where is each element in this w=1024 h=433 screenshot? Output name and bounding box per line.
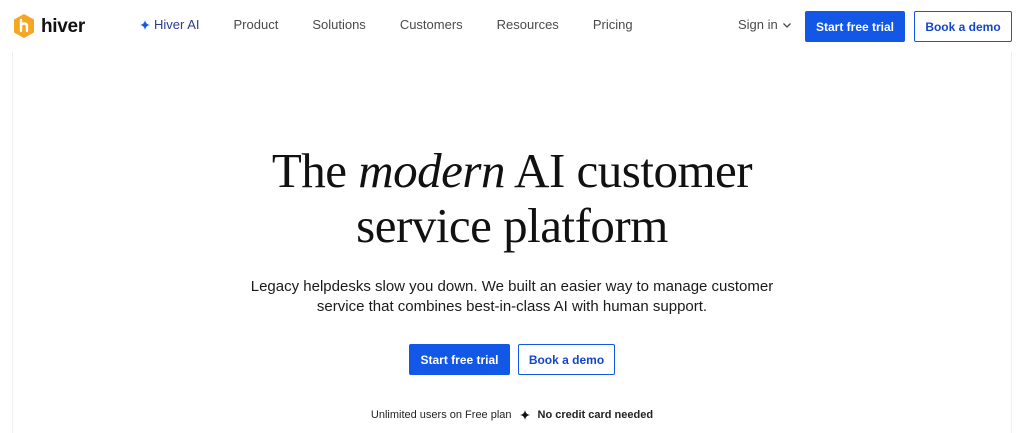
hero-subtitle-line-2: service that combines best-in-class AI w… bbox=[316, 298, 708, 315]
hero-title-line-2: service platform bbox=[356, 198, 668, 253]
nav-item-solutions[interactable]: Solutions bbox=[312, 17, 365, 32]
nav-item-customers[interactable]: Customers bbox=[400, 17, 463, 32]
nav-item-label: Resources bbox=[496, 17, 559, 32]
sign-in-dropdown[interactable]: Sign in bbox=[738, 17, 792, 32]
hero-title: The modern AI customer service platform bbox=[0, 143, 1024, 253]
nav-item-label: Product bbox=[233, 17, 279, 32]
nav-item-resources[interactable]: Resources bbox=[497, 17, 559, 32]
header-book-demo-button[interactable]: Book a demo bbox=[914, 11, 1012, 42]
hero-title-part-1: The bbox=[271, 143, 359, 198]
nav-item-label: Pricing bbox=[592, 17, 633, 32]
note-no-credit-card: No credit card needed bbox=[537, 409, 654, 421]
hero-title-line-1: The modern AI customer bbox=[0, 143, 1024, 198]
chevron-down-icon bbox=[782, 22, 791, 28]
nav-item-label: Solutions bbox=[312, 17, 366, 32]
site-header: hiver Hiver AI Product Solutions Custome… bbox=[0, 0, 1024, 52]
nav-item-label: Hiver AI bbox=[154, 17, 200, 32]
sign-in-label: Sign in bbox=[738, 17, 778, 32]
nav-item-product[interactable]: Product bbox=[234, 17, 279, 32]
main-nav: Hiver AI Product Solutions Customers Res… bbox=[140, 17, 667, 32]
hero-title-part-2: AI customer bbox=[505, 143, 753, 198]
note-unlimited-users: Unlimited users on Free plan bbox=[370, 409, 512, 421]
hero-title-emphasis: modern bbox=[358, 143, 506, 198]
nav-item-pricing[interactable]: Pricing bbox=[593, 17, 633, 32]
hero-subtitle: Legacy helpdesks slow you down. We built… bbox=[0, 277, 1024, 317]
hiver-logo-icon bbox=[14, 14, 34, 38]
sparkle-icon bbox=[140, 19, 150, 30]
hero-start-free-trial-button[interactable]: Start free trial bbox=[409, 344, 510, 375]
sparkle-icon bbox=[519, 410, 530, 420]
hiver-logo[interactable]: hiver bbox=[13, 14, 85, 38]
logo-wordmark: hiver bbox=[41, 15, 85, 37]
hero-subtitle-line-1: Legacy helpdesks slow you down. We built… bbox=[250, 278, 774, 295]
header-start-free-trial-button[interactable]: Start free trial bbox=[805, 11, 905, 42]
landing-page: hiver Hiver AI Product Solutions Custome… bbox=[0, 0, 1024, 433]
nav-item-label: Customers bbox=[399, 17, 463, 32]
hero-note: Unlimited users on Free plan No credit c… bbox=[0, 409, 1024, 421]
hero-book-demo-button[interactable]: Book a demo bbox=[518, 344, 615, 375]
nav-item-hiver-ai[interactable]: Hiver AI bbox=[140, 17, 200, 32]
